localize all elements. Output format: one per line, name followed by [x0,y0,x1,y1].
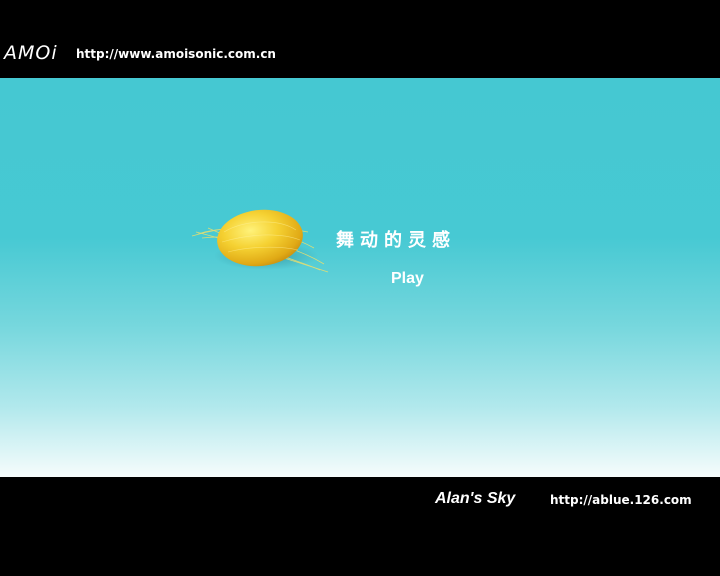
page-title: 舞动的灵感 [336,230,456,251]
sky-stage: 舞动的灵感 Play [0,78,720,477]
footer-url-link[interactable]: http://ablue.126.com [550,491,692,509]
author-signature: Alan's Sky [435,490,516,507]
flash-intro-page: AMOi http://www.amoisonic.com.cn 舞动的灵感 P… [0,0,720,576]
amoi-logo: AMOi [4,42,58,64]
header-url-link[interactable]: http://www.amoisonic.com.cn [76,45,276,63]
top-bar: AMOi http://www.amoisonic.com.cn [0,0,720,78]
silk-cocoon-icon [191,209,329,273]
play-button[interactable]: Play [391,269,424,289]
bottom-bar: Alan's Sky http://ablue.126.com [0,477,720,576]
